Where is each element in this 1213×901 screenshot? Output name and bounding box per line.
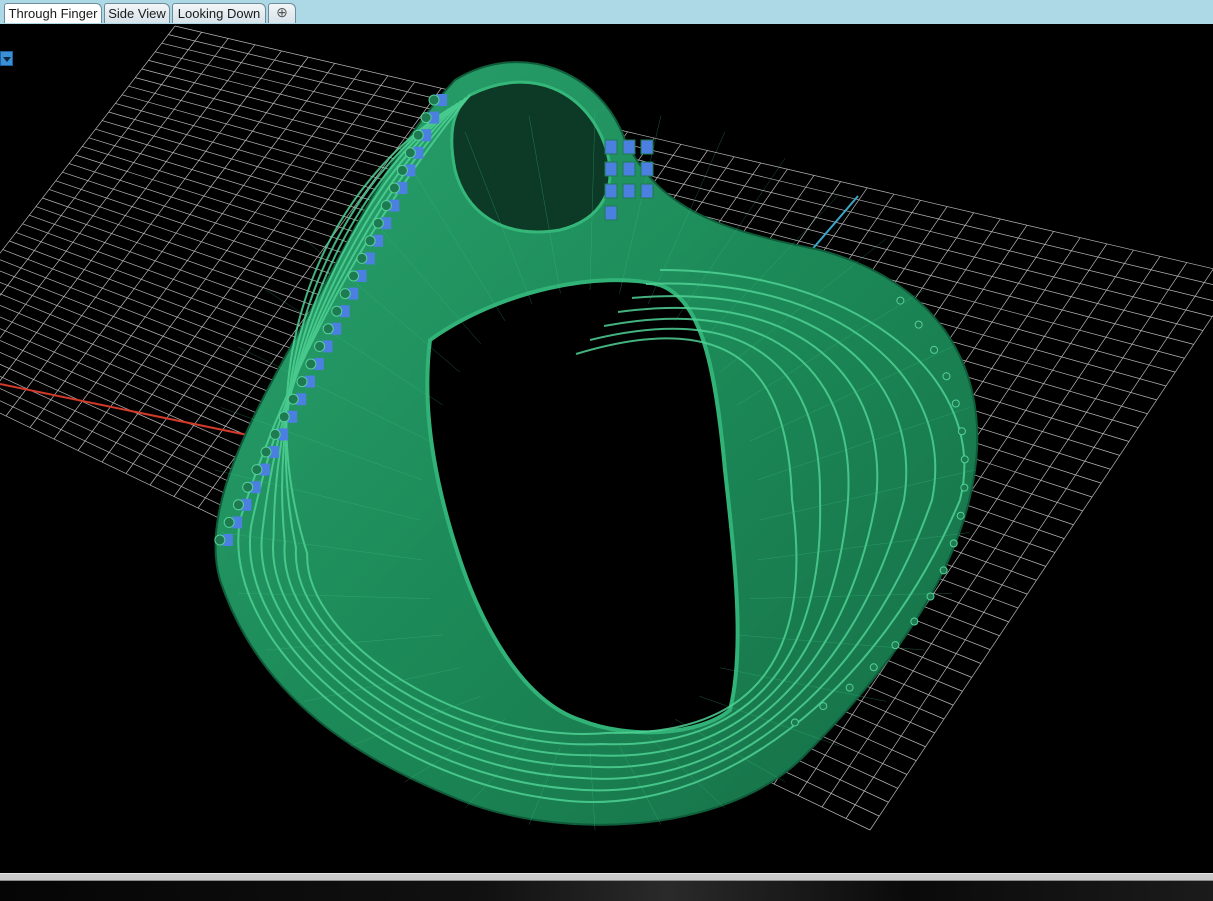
gem-prong — [269, 428, 281, 440]
gem-prong — [296, 376, 308, 388]
gem-prong — [942, 372, 951, 381]
3d-viewport[interactable] — [0, 24, 1213, 873]
tab-side-view[interactable]: Side View — [104, 3, 170, 23]
gem-prong — [278, 411, 290, 423]
gem-prong — [331, 305, 343, 317]
gem-seat — [622, 139, 636, 155]
gem-prong — [420, 112, 432, 124]
gem-prong — [939, 566, 948, 575]
gem-prong — [891, 641, 900, 650]
gem-prong — [305, 358, 317, 370]
gem-prong — [951, 399, 960, 408]
gem-prong — [957, 427, 966, 436]
gem-prong — [251, 464, 263, 476]
ring-model[interactable] — [214, 61, 979, 831]
gem-prong — [960, 455, 969, 464]
gem-prong — [339, 288, 351, 300]
gem-seat — [622, 183, 636, 199]
gem-seat — [622, 161, 636, 177]
gem-prong — [364, 235, 376, 247]
chevron-down-icon — [3, 57, 11, 62]
gem-prong — [914, 320, 923, 329]
gem-prong — [412, 129, 424, 141]
viewport-canvas[interactable] — [0, 24, 1213, 873]
gem-seat — [640, 161, 654, 177]
gem-prong — [819, 702, 828, 711]
add-tab-button[interactable]: ⊕ — [268, 3, 296, 23]
gem-prong — [260, 446, 272, 458]
gem-seat — [604, 161, 618, 177]
gem-prong — [287, 393, 299, 405]
gem-seat — [604, 139, 618, 155]
gem-seat — [640, 183, 654, 199]
gem-seat — [640, 139, 654, 155]
gem-prong — [223, 516, 235, 528]
gem-prong — [348, 270, 360, 282]
tab-through-finger[interactable]: Through Finger — [4, 3, 102, 23]
gem-prong — [949, 539, 958, 548]
view-tab-bar: Through Finger Side View Looking Down ⊕ — [0, 0, 1213, 25]
gem-prong — [845, 683, 854, 692]
bottom-panel — [0, 881, 1213, 901]
gem-prong — [930, 345, 939, 354]
gem-prong — [956, 511, 965, 520]
gem-prong — [396, 164, 408, 176]
gem-seat — [604, 183, 618, 199]
gem-prong — [869, 663, 878, 672]
gem-seat — [604, 205, 618, 221]
gem-prong — [356, 252, 368, 264]
gem-prong — [314, 340, 326, 352]
gem-prong — [910, 617, 919, 626]
gem-prong — [926, 592, 935, 601]
gem-prong — [372, 217, 384, 229]
plus-icon: ⊕ — [276, 4, 288, 20]
gem-prong — [404, 147, 416, 159]
view-menu-button[interactable] — [0, 51, 13, 66]
panel-splitter[interactable] — [0, 873, 1213, 881]
gem-prong — [896, 296, 905, 305]
tab-looking-down[interactable]: Looking Down — [172, 3, 266, 23]
gem-prong — [380, 200, 392, 212]
gem-prong — [242, 481, 254, 493]
gem-prong — [232, 499, 244, 511]
gem-prong — [388, 182, 400, 194]
gem-prong — [322, 323, 334, 335]
gem-prong — [214, 534, 226, 546]
gem-prong — [960, 483, 969, 492]
gem-prong — [428, 94, 440, 106]
gem-prong — [790, 718, 799, 727]
cad-app-window: Through Finger Side View Looking Down ⊕ — [0, 0, 1213, 901]
